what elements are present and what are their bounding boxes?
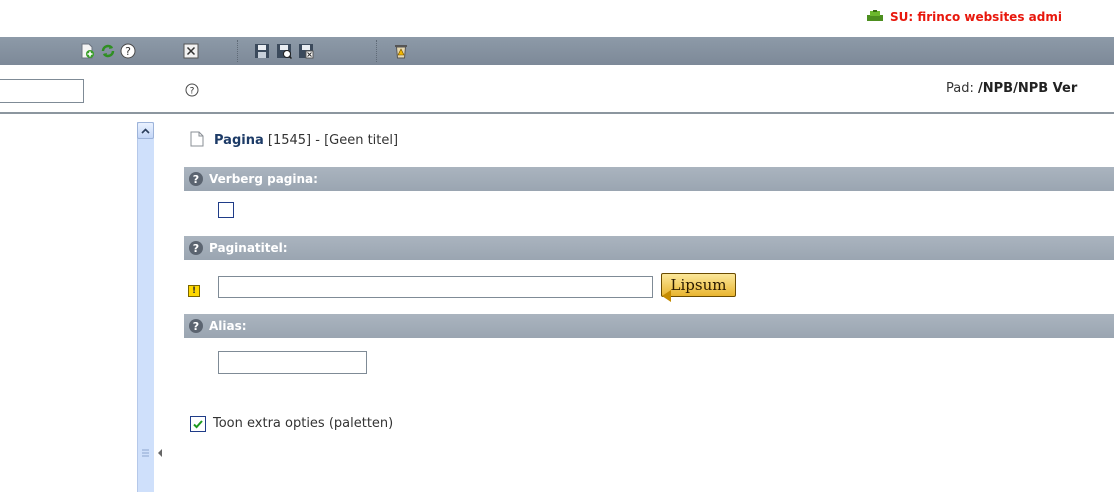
page-icon — [190, 131, 204, 147]
section-label: Verberg pagina: — [209, 172, 318, 186]
scroll-grip-icon[interactable] — [141, 447, 150, 459]
section-label: Alias: — [209, 319, 247, 333]
alias-input[interactable] — [218, 351, 367, 374]
section-label: Paginatitel: — [209, 241, 288, 255]
path-value[interactable]: /NPB/NPB Ver — [978, 81, 1077, 96]
page-label: Pagina — [214, 133, 264, 148]
paginatitel-input[interactable] — [218, 276, 653, 298]
help-icon[interactable]: ? — [120, 43, 136, 59]
chevron-up-icon — [141, 127, 150, 134]
save-icon[interactable] — [254, 43, 270, 59]
tree-search-input[interactable] — [0, 79, 84, 103]
close-icon[interactable] — [183, 43, 199, 59]
svg-text:?: ? — [193, 242, 199, 255]
verberg-pagina-checkbox[interactable] — [218, 202, 234, 218]
section-alias: ? Alias: — [184, 314, 1114, 338]
su-indicator[interactable]: SU: firinco websites admi — [866, 10, 1062, 24]
scroll-up-button[interactable] — [137, 122, 154, 139]
extra-options-label[interactable]: Toon extra opties (paletten) — [213, 416, 393, 431]
delete-icon[interactable] — [393, 43, 409, 59]
help-icon[interactable]: ? — [185, 83, 199, 97]
extra-options-checkbox[interactable] — [190, 416, 206, 432]
page-title: Pagina [1545] - [Geen titel] — [190, 131, 398, 148]
save-view-icon[interactable] — [276, 43, 292, 59]
path-label: Pad: — [946, 81, 974, 96]
collapse-arrow-icon[interactable] — [158, 449, 162, 457]
toolbar-separator — [237, 40, 238, 62]
frame-divider[interactable] — [157, 114, 175, 492]
breadcrumb: Pad: /NPB/NPB Ver — [946, 81, 1077, 96]
refresh-icon[interactable] — [100, 43, 116, 59]
lipsum-button[interactable]: Lipsum — [661, 273, 736, 297]
svg-text:?: ? — [193, 320, 199, 333]
tree-scrollbar[interactable] — [137, 122, 154, 492]
svg-text:?: ? — [190, 87, 195, 97]
help-icon[interactable]: ? — [188, 318, 204, 334]
new-page-icon[interactable] — [79, 43, 95, 59]
section-paginatitel: ? Paginatitel: — [184, 236, 1114, 260]
svg-text:?: ? — [193, 173, 199, 186]
page-id-title: [1545] - [Geen titel] — [263, 133, 399, 148]
svg-text:?: ? — [125, 45, 131, 58]
save-close-icon[interactable] — [298, 43, 314, 59]
su-label: SU: firinco websites admi — [890, 10, 1062, 24]
help-icon[interactable]: ? — [188, 240, 204, 256]
top-status-bar: SU: firinco websites admi — [0, 0, 1114, 36]
checkmark-icon — [193, 420, 203, 429]
switch-user-icon — [867, 10, 883, 21]
arrow-left-icon — [662, 290, 671, 302]
section-verberg-pagina: ? Verberg pagina: — [184, 167, 1114, 191]
toolbar: ? — [0, 37, 1114, 65]
toolbar-separator — [376, 40, 377, 62]
tree-toolbar: ? — [0, 37, 158, 65]
help-icon[interactable]: ? — [188, 171, 204, 187]
required-field-icon: ! — [188, 285, 200, 297]
